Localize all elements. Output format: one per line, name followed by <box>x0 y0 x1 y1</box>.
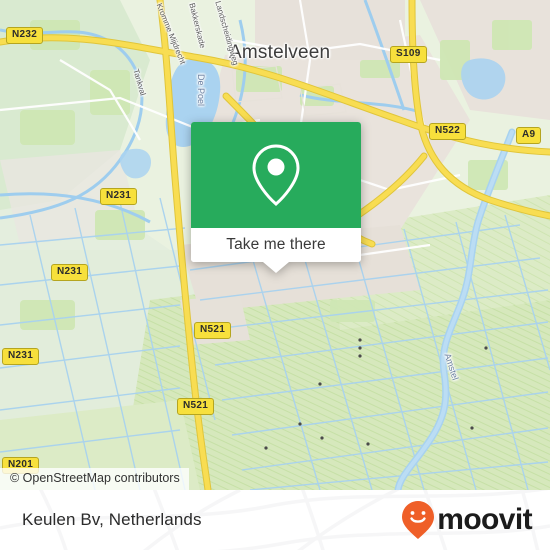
take-me-there-callout[interactable]: Take me there <box>191 122 361 273</box>
bottom-bar: Keulen Bv, Netherlands moovit <box>0 490 550 550</box>
callout-header <box>191 122 361 228</box>
map-attribution[interactable]: © OpenStreetMap contributors <box>0 468 189 490</box>
road-shield-n231-a: N231 <box>100 188 138 205</box>
take-me-there-button[interactable]: Take me there <box>191 228 361 262</box>
callout-pointer <box>263 262 289 273</box>
place-title: Keulen Bv, Netherlands <box>22 510 202 529</box>
road-shield-n232: N232 <box>6 27 44 44</box>
moovit-brand: moovit <box>401 500 533 540</box>
road-shield-n521-b: N521 <box>177 398 215 415</box>
map-pin-icon <box>252 144 300 206</box>
moovit-map-card: Amstelveen De Poel Amstel Bakkerskade La… <box>0 0 550 550</box>
road-shield-n231-b: N231 <box>51 264 89 281</box>
road-shield-n521-a: N521 <box>194 322 232 339</box>
road-shield-n522: N522 <box>429 123 467 140</box>
callout-body: Take me there <box>191 122 361 262</box>
moovit-wordmark: moovit <box>437 503 532 536</box>
moovit-smiley-pin-icon <box>402 501 435 539</box>
road-shield-a9: A9 <box>516 127 542 144</box>
map-label-city: Amstelveen <box>229 42 331 63</box>
map-label-water-de-poel: De Poel <box>196 74 206 107</box>
road-shield-s109: S109 <box>390 46 427 63</box>
road-shield-n231-c: N231 <box>2 348 40 365</box>
